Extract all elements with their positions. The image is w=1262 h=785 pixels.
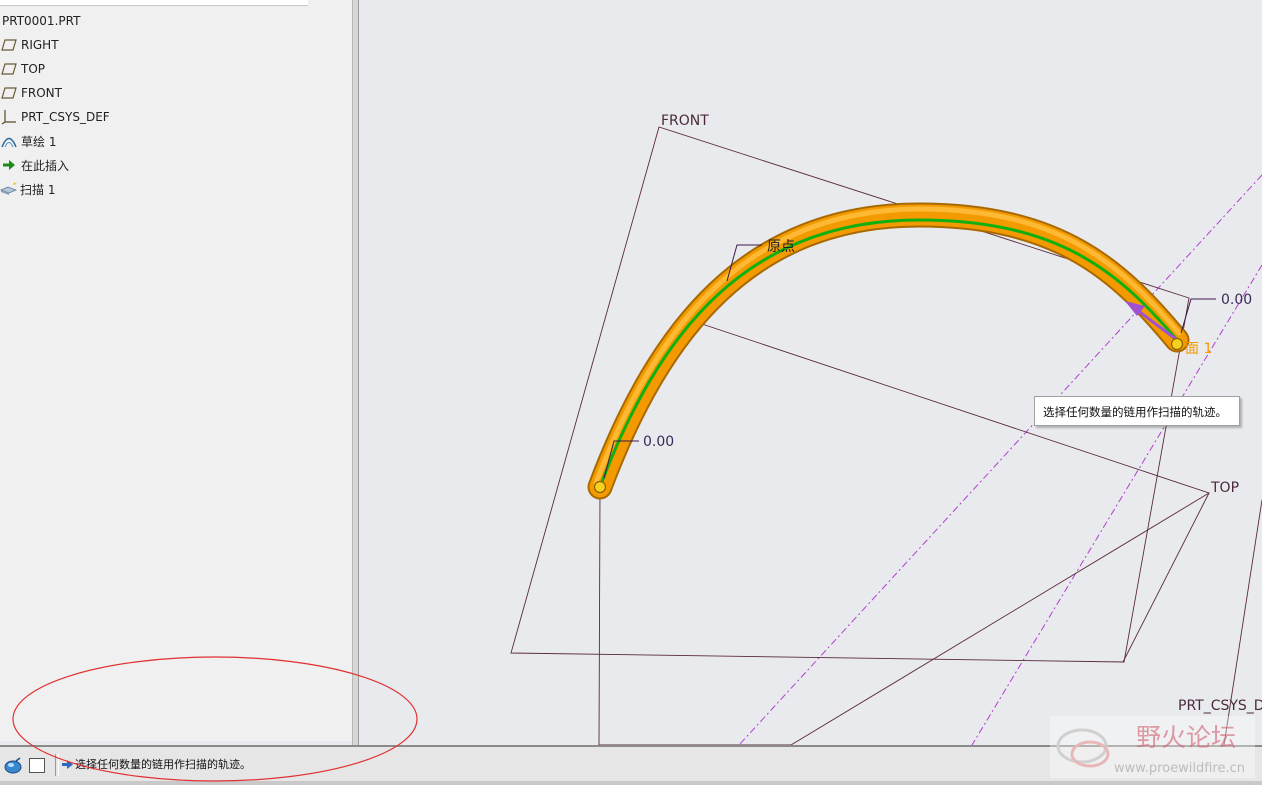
tree-item-label: PRT0001.PRT [2,14,81,28]
watermark-url: www.proewildfire.cn [1114,761,1245,776]
status-message-text: 选择任何数量的链用作扫描的轨迹。 [75,758,251,771]
tree-item-sweep[interactable]: * 扫描 1 [0,179,55,199]
smart-filter-button[interactable] [3,756,23,776]
forum-logo-icon: 野火论坛 www.proewildfire.cn [1050,716,1255,778]
tree-header-strip [0,0,308,6]
datum-axes [738,174,1262,745]
svg-text:*: * [13,182,17,189]
graphics-viewport[interactable]: FRONT TOP PRT_CSYS_D 原点 0.00 0.00 面 1 选择… [359,0,1262,745]
tree-item-csys[interactable]: PRT_CSYS_DEF [0,107,110,127]
sweep-body [589,204,1188,498]
label-csys: PRT_CSYS_D [1178,698,1262,714]
tree-item-part[interactable]: PRT0001.PRT [0,11,80,31]
tree-item-sketch[interactable]: 草绘 1 [0,131,56,151]
window-toggle-button[interactable] [29,758,45,773]
datum-plane-icon [0,85,18,101]
datum-axis-1 [738,174,1262,745]
datum-plane-front [510,126,1190,663]
bottom-strip [0,781,1262,785]
label-front: FRONT [661,113,709,129]
forum-watermark: 野火论坛 www.proewildfire.cn [1050,716,1255,778]
tree-item-label: 在此插入 [21,158,70,173]
sweep-icon: * [0,181,20,197]
watermark-title: 野火论坛 [1136,723,1236,752]
datum-axis-2 [971,264,1262,745]
datum-plane-edge [1122,492,1210,663]
trajectory-curve[interactable] [598,218,1179,488]
model-tree-panel: PRT0001.PRT RIGHT TOP FRONT PRT_CSYS_DEF… [0,0,353,741]
panel-splitter[interactable] [352,0,359,745]
selection-icon [4,757,22,774]
label-section: 面 1 [1185,341,1212,357]
tree-item-right[interactable]: RIGHT [0,35,59,55]
tree-item-label: RIGHT [21,38,59,52]
tree-item-front[interactable]: FRONT [0,83,62,103]
datum-plane-icon [0,61,18,77]
status-separator [55,754,59,776]
end-point-handle[interactable] [1170,337,1184,351]
status-message: 选择任何数量的链用作扫描的轨迹。 [61,756,251,772]
label-origin: 原点 [767,239,795,255]
label-end-value[interactable]: 0.00 [1221,292,1252,308]
csys-icon [0,109,18,125]
prompt-arrow-icon [62,759,73,769]
tree-item-label: 草绘 1 [21,134,57,149]
tree-item-label: TOP [21,62,46,76]
label-start-value[interactable]: 0.00 [643,434,674,450]
datum-plane-icon [0,37,18,53]
selection-tooltip: 选择任何数量的链用作扫描的轨迹。 [1034,396,1240,426]
tree-item-label: FRONT [21,86,62,100]
label-top: TOP [1210,480,1239,496]
tree-item-insert-here[interactable]: 在此插入 [0,155,69,175]
end-leader [1180,298,1216,334]
start-point-handle[interactable] [593,480,607,494]
datum-plane-top [598,316,1211,745]
tree-item-label: PRT_CSYS_DEF [21,110,110,124]
tree-item-top[interactable]: TOP [0,59,45,79]
sketch-icon [0,133,18,149]
model-view: FRONT TOP PRT_CSYS_D 原点 0.00 0.00 面 1 [510,113,1262,745]
tree-item-label: 扫描 1 [20,182,56,197]
insert-here-arrow-icon [0,157,18,173]
